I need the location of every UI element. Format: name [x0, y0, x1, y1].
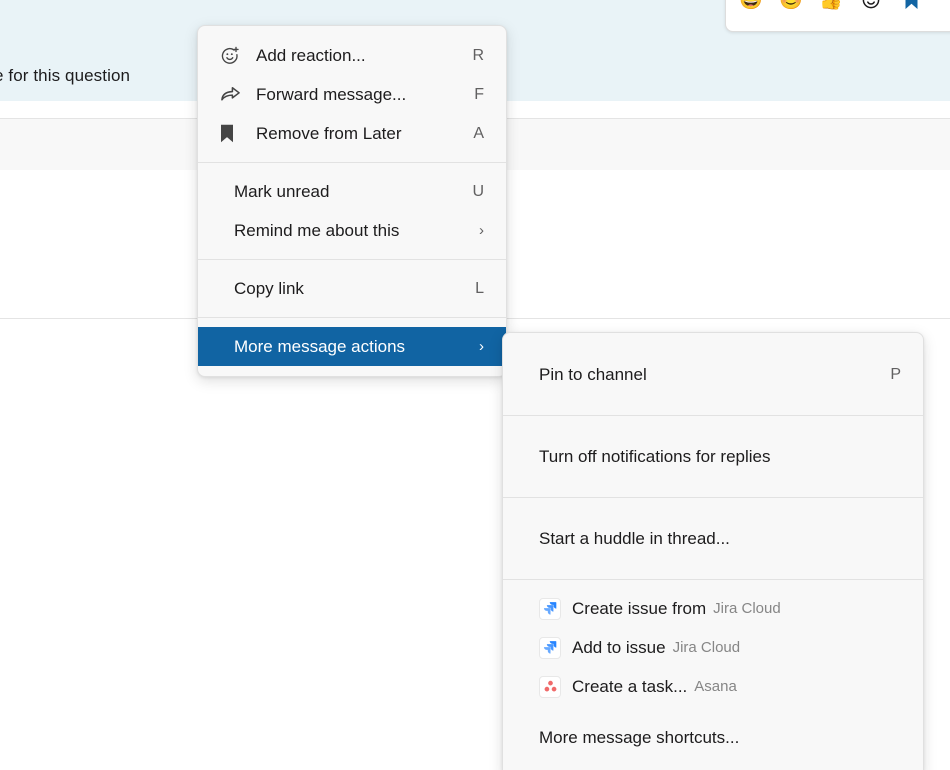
menu-item-shortcut: A: [461, 125, 484, 143]
add-reaction-icon[interactable]: [854, 0, 888, 17]
menu-item-mark-unread[interactable]: Mark unread U: [198, 172, 506, 211]
submenu-separator: [503, 497, 923, 498]
save-for-later-bookmark-icon[interactable]: [894, 0, 928, 17]
menu-item-shortcut: L: [463, 280, 484, 298]
menu-item-add-reaction[interactable]: Add reaction... R: [198, 36, 506, 75]
emoji-reaction-thumbsup-icon[interactable]: 👍: [814, 0, 848, 17]
submenu-item-start-huddle[interactable]: Start a huddle in thread...: [503, 507, 923, 570]
jira-app-icon: [539, 598, 561, 620]
submenu-item-label: Turn off notifications for replies: [539, 447, 771, 467]
submenu-item-create-a-task-asana[interactable]: Create a task... Asana: [503, 667, 923, 706]
menu-item-label: Remind me about this: [234, 221, 399, 241]
menu-separator: [198, 259, 506, 260]
submenu-item-label: Create a task...: [572, 677, 687, 697]
menu-item-label: More message actions: [234, 337, 405, 357]
submenu-item-more-message-shortcuts[interactable]: More message shortcuts...: [503, 706, 923, 769]
menu-item-remove-from-later[interactable]: Remove from Later A: [198, 114, 506, 153]
submenu-group-notifications: Turn off notifications for replies: [503, 425, 923, 488]
submenu-item-label: Start a huddle in thread...: [539, 529, 730, 549]
menu-separator: [198, 317, 506, 318]
menu-item-shortcut: U: [460, 183, 484, 201]
bookmark-filled-icon: [220, 124, 246, 144]
menu-item-shortcut: F: [462, 86, 484, 104]
submenu-item-app-name: Jira Cloud: [713, 600, 781, 617]
message-text-fragment: e for this question: [0, 66, 130, 86]
menu-item-more-message-actions[interactable]: More message actions ›: [198, 327, 506, 366]
menu-item-remind-me-about-this[interactable]: Remind me about this ›: [198, 211, 506, 250]
submenu-separator: [503, 579, 923, 580]
add-reaction-icon: [220, 46, 246, 66]
menu-group-more: More message actions ›: [198, 327, 506, 366]
submenu-item-pin-to-channel[interactable]: Pin to channel P: [503, 343, 923, 406]
emoji-reaction-face-icon[interactable]: 😊: [774, 0, 808, 17]
submenu-item-shortcut: P: [878, 366, 901, 384]
jira-app-icon: [539, 637, 561, 659]
message-hover-toolbar[interactable]: 🤩 😊 👍: [725, 0, 950, 32]
submenu-item-create-issue-from-jira[interactable]: Create issue from Jira Cloud: [503, 589, 923, 628]
submenu-group-huddle: Start a huddle in thread...: [503, 507, 923, 570]
menu-item-label: Remove from Later: [256, 124, 402, 144]
submenu-item-turn-off-notifications[interactable]: Turn off notifications for replies: [503, 425, 923, 488]
chevron-right-icon: ›: [467, 222, 484, 239]
submenu-item-label: Add to issue: [572, 638, 666, 658]
emoji-reaction-star-struck-icon[interactable]: 🤩: [734, 0, 768, 17]
forward-arrow-icon: [220, 85, 246, 105]
menu-item-label: Forward message...: [256, 85, 406, 105]
more-message-actions-submenu[interactable]: Pin to channel P Turn off notifications …: [502, 332, 924, 770]
submenu-item-label: More message shortcuts...: [539, 728, 739, 748]
menu-item-label: Add reaction...: [256, 46, 366, 66]
message-context-menu[interactable]: Add reaction... R Forward message... F: [197, 25, 507, 377]
chevron-right-icon: ›: [467, 338, 484, 355]
menu-item-copy-link[interactable]: Copy link L: [198, 269, 506, 308]
menu-group-reactions: Add reaction... R Forward message... F: [198, 36, 506, 153]
submenu-item-add-to-issue-jira[interactable]: Add to issue Jira Cloud: [503, 628, 923, 667]
submenu-item-label: Pin to channel: [539, 365, 647, 385]
menu-group-link: Copy link L: [198, 269, 506, 308]
screen-root: e for this question 🤩 😊 👍: [0, 0, 950, 770]
submenu-separator: [503, 415, 923, 416]
menu-item-forward-message[interactable]: Forward message... F: [198, 75, 506, 114]
asana-app-icon: [539, 676, 561, 698]
submenu-item-app-name: Asana: [694, 678, 737, 695]
submenu-group-apps: Create issue from Jira Cloud Add to issu…: [503, 589, 923, 769]
submenu-item-label: Create issue from: [572, 599, 706, 619]
menu-item-label: Copy link: [234, 279, 304, 299]
menu-group-read-state: Mark unread U Remind me about this ›: [198, 172, 506, 250]
submenu-group-pin: Pin to channel P: [503, 343, 923, 406]
submenu-item-app-name: Jira Cloud: [673, 639, 741, 656]
menu-item-shortcut: R: [460, 47, 484, 65]
menu-separator: [198, 162, 506, 163]
menu-item-label: Mark unread: [234, 182, 329, 202]
